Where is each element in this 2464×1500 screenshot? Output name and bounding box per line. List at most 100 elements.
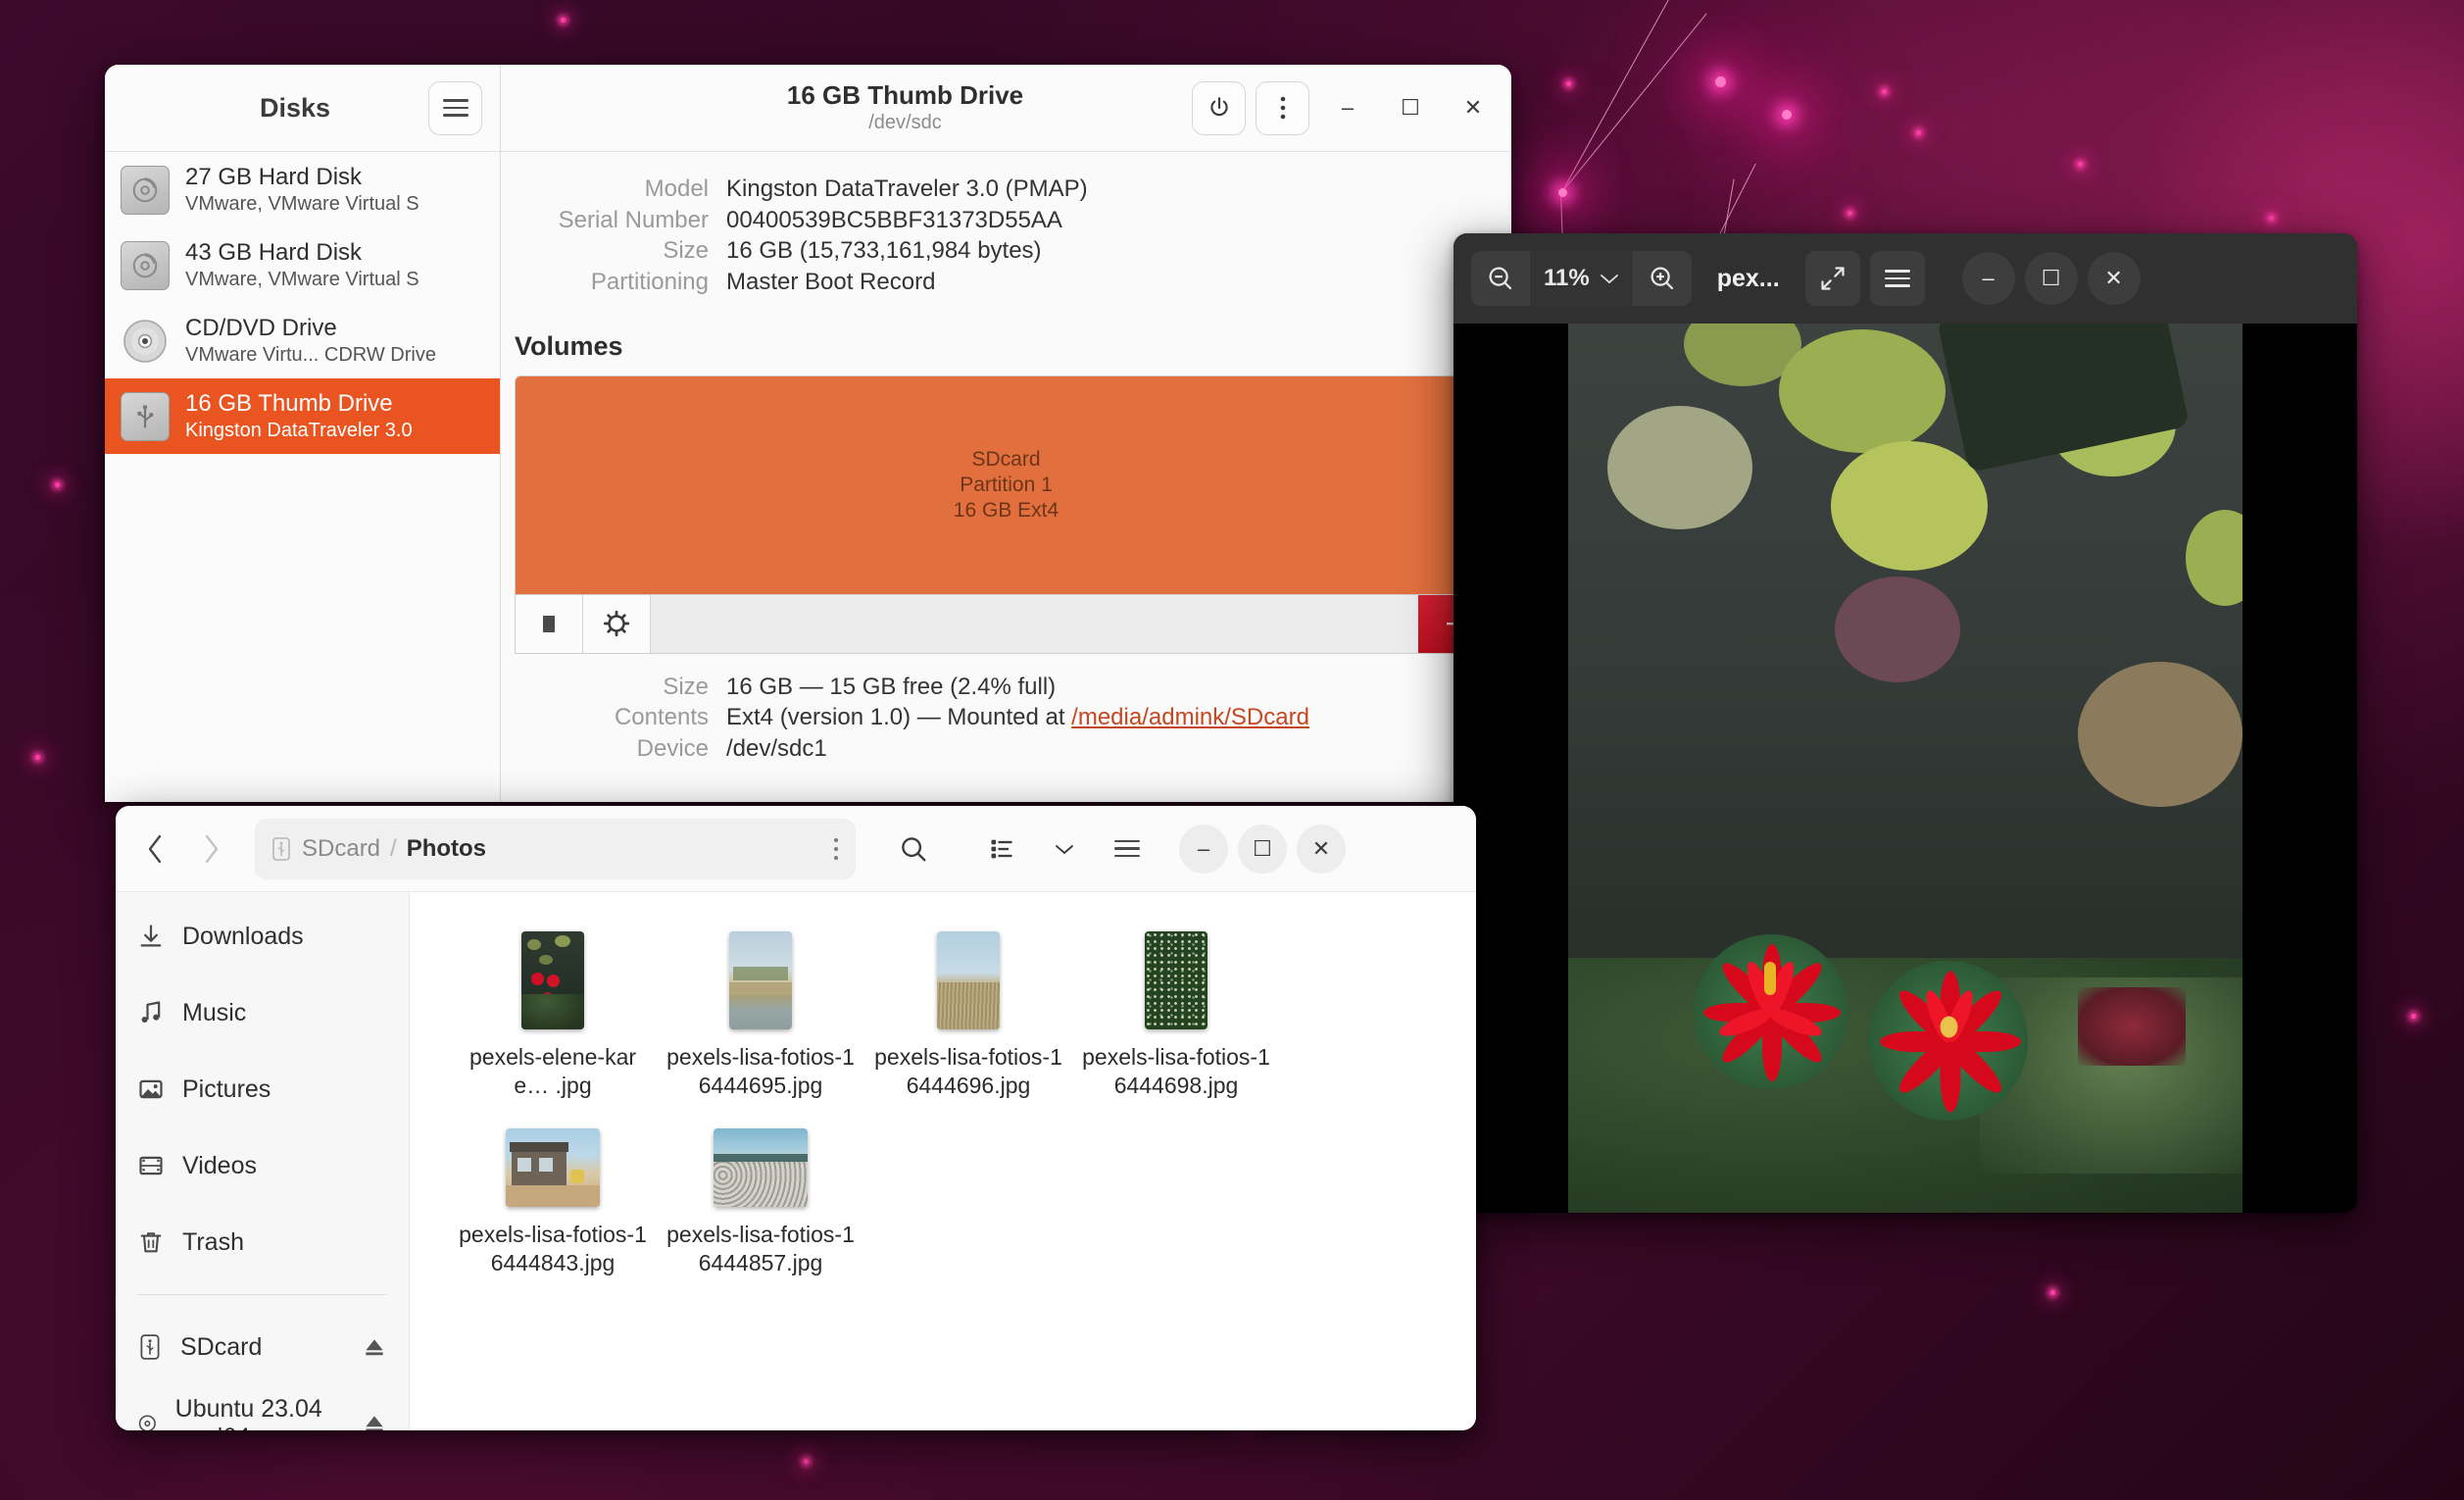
sidebar-item-videos[interactable]: Videos: [116, 1127, 409, 1204]
optical-disc-icon: [121, 317, 170, 366]
eject-button[interactable]: [362, 1411, 387, 1430]
file-item[interactable]: pexels-lisa-fotios-16444698.jpg: [1072, 920, 1280, 1113]
zoom-in-button[interactable]: [1633, 251, 1692, 306]
star: [2269, 216, 2274, 221]
chevron-right-icon: [205, 834, 219, 863]
detail-value: 00400539BC5BBF31373D55AA: [726, 206, 1062, 233]
zoom-out-icon: [1489, 267, 1512, 290]
breadcrumb-root[interactable]: SDcard: [271, 835, 380, 863]
file-manager-window[interactable]: SDcard / Photos – ☐ ✕ Downloads Music Pi…: [116, 806, 1476, 1430]
zoom-out-button[interactable]: [1471, 251, 1530, 306]
eject-button[interactable]: [362, 1334, 387, 1360]
viewer-menu-button[interactable]: [1869, 251, 1925, 306]
disks-maximize-button[interactable]: ☐: [1386, 83, 1435, 132]
disk-list-item[interactable]: 43 GB Hard Disk VMware, VMware Virtual S: [105, 227, 500, 303]
disk-list-item[interactable]: CD/DVD Drive VMware Virtu... CDRW Drive: [105, 303, 500, 378]
sidebar-item-trash[interactable]: Trash: [116, 1204, 409, 1280]
music-note-icon: [141, 1001, 161, 1024]
volume-detail-key: Contents: [614, 704, 709, 731]
disks-menu-button[interactable]: [428, 80, 482, 135]
file-thumbnail: [1145, 931, 1207, 1029]
zoom-control-group[interactable]: 11%: [1471, 251, 1692, 306]
view-mode-button[interactable]: [973, 821, 1030, 877]
files-close-button[interactable]: ✕: [1297, 824, 1346, 874]
breadcrumb-pathbar[interactable]: SDcard / Photos: [255, 818, 856, 879]
view-dropdown-button[interactable]: [1036, 821, 1093, 877]
search-button[interactable]: [885, 821, 942, 877]
breadcrumb-current-label: Photos: [406, 834, 487, 862]
image-viewer-window[interactable]: 11% pex... – ☐ ✕: [1454, 233, 2357, 1213]
disk-list-item-selected[interactable]: 16 GB Thumb Drive Kingston DataTraveler …: [105, 378, 500, 454]
forward-button[interactable]: [186, 824, 237, 875]
chevron-left-icon: [148, 834, 162, 863]
volume-settings-button[interactable]: [583, 594, 651, 653]
file-name: pexels-lisa-fotios-16444696.jpg: [874, 1044, 1062, 1099]
pathbar-menu-button[interactable]: [832, 836, 840, 862]
file-item[interactable]: pexels-lisa-fotios-16444695.jpg: [657, 920, 864, 1113]
sidebar-item-label: Ubuntu 23.04 amd64: [174, 1395, 322, 1430]
viewer-canvas[interactable]: [1454, 324, 2357, 1213]
breadcrumb-current[interactable]: Photos: [407, 835, 486, 863]
volume-toolbar: [516, 593, 1497, 653]
detail-value: 16 GB (15,733,161,984 bytes): [726, 237, 1042, 265]
detail-key: Partitioning: [590, 269, 709, 296]
sidebar-item-label: Trash: [182, 1227, 244, 1256]
disks-minimize-button[interactable]: –: [1323, 83, 1372, 132]
viewer-close-button[interactable]: ✕: [2087, 252, 2141, 305]
viewer-maximize-button[interactable]: ☐: [2024, 252, 2078, 305]
hamburger-icon: [1884, 270, 1910, 287]
sidebar-item-sdcard[interactable]: SDcard: [116, 1309, 409, 1385]
fullscreen-button[interactable]: [1804, 251, 1860, 306]
detail-value: Kingston DataTraveler 3.0 (PMAP): [726, 175, 1088, 202]
sidebar-item-label: Videos: [182, 1151, 257, 1179]
files-titlebar: SDcard / Photos – ☐ ✕: [116, 806, 1476, 892]
files-maximize-button[interactable]: ☐: [1238, 824, 1287, 874]
file-name: pexels-lisa-fotios-16444698.jpg: [1082, 1044, 1270, 1099]
volume-details: Size 16 GB — 15 GB free (2.4% full) Cont…: [501, 654, 1511, 765]
disk-list-item[interactable]: 27 GB Hard Disk VMware, VMware Virtual S: [105, 152, 500, 227]
files-sidebar: Downloads Music Pictures Videos Trash SD…: [116, 892, 410, 1430]
viewer-titlebar: 11% pex... – ☐ ✕: [1454, 233, 2357, 324]
disks-window[interactable]: Disks 27 GB Hard Disk VMware, VMware Vir…: [105, 65, 1511, 802]
sidebar-item-downloads[interactable]: Downloads: [116, 898, 409, 975]
unmount-button[interactable]: [516, 594, 583, 653]
star: [2050, 1290, 2055, 1295]
viewer-minimize-button[interactable]: –: [1961, 252, 2015, 305]
disks-more-button[interactable]: [1256, 80, 1309, 135]
files-menu-button[interactable]: [1099, 821, 1156, 877]
volume-detail-row: Contents Ext4 (version 1.0) — Mounted at…: [501, 702, 1511, 733]
sidebar-item-pictures[interactable]: Pictures: [116, 1051, 409, 1127]
viewer-image: [1568, 324, 2242, 1213]
zoom-level-dropdown[interactable]: 11%: [1530, 251, 1633, 306]
volume-detail-value: /dev/sdc1: [726, 735, 827, 763]
mount-point-link[interactable]: /media/admink/SDcard: [1071, 704, 1309, 730]
back-button[interactable]: [129, 824, 180, 875]
file-name: pexels-lisa-fotios-16444857.jpg: [666, 1221, 855, 1276]
file-name: pexels-elene-kare… .jpg: [468, 1044, 637, 1099]
chevron-down-icon: [1600, 275, 1618, 284]
sidebar-item-ubuntu-iso[interactable]: Ubuntu 23.04 amd64: [116, 1385, 409, 1430]
star: [1848, 211, 1852, 216]
hard-disk-icon: [121, 240, 170, 290]
file-item[interactable]: pexels-lisa-fotios-16444857.jpg: [657, 1117, 864, 1290]
star: [1782, 110, 1792, 120]
disks-sidebar: Disks 27 GB Hard Disk VMware, VMware Vir…: [105, 65, 501, 802]
disk-name: 27 GB Hard Disk: [185, 164, 363, 191]
gear-icon: [603, 611, 630, 637]
chevron-down-icon: [1056, 844, 1073, 854]
sidebar-item-music[interactable]: Music: [116, 975, 409, 1051]
viewer-file-title: pex...: [1716, 264, 1780, 292]
files-minimize-button[interactable]: –: [1179, 824, 1228, 874]
star: [1715, 76, 1726, 87]
vertical-dots-icon: [1280, 96, 1285, 120]
volume-toolbar-spacer: [651, 594, 1418, 653]
file-item[interactable]: pexels-lisa-fotios-16444696.jpg: [864, 920, 1072, 1113]
disk-name: CD/DVD Drive: [185, 315, 337, 342]
volume-label: SDcard: [971, 447, 1041, 471]
volume-partition-block[interactable]: SDcard Partition 1 16 GB Ext4: [516, 375, 1497, 594]
file-item[interactable]: pexels-elene-kare… .jpg: [449, 920, 657, 1113]
power-button[interactable]: [1192, 80, 1246, 135]
file-item[interactable]: pexels-lisa-fotios-16444843.jpg: [449, 1117, 657, 1290]
hamburger-icon: [1114, 839, 1140, 858]
disks-close-button[interactable]: ✕: [1449, 83, 1498, 132]
